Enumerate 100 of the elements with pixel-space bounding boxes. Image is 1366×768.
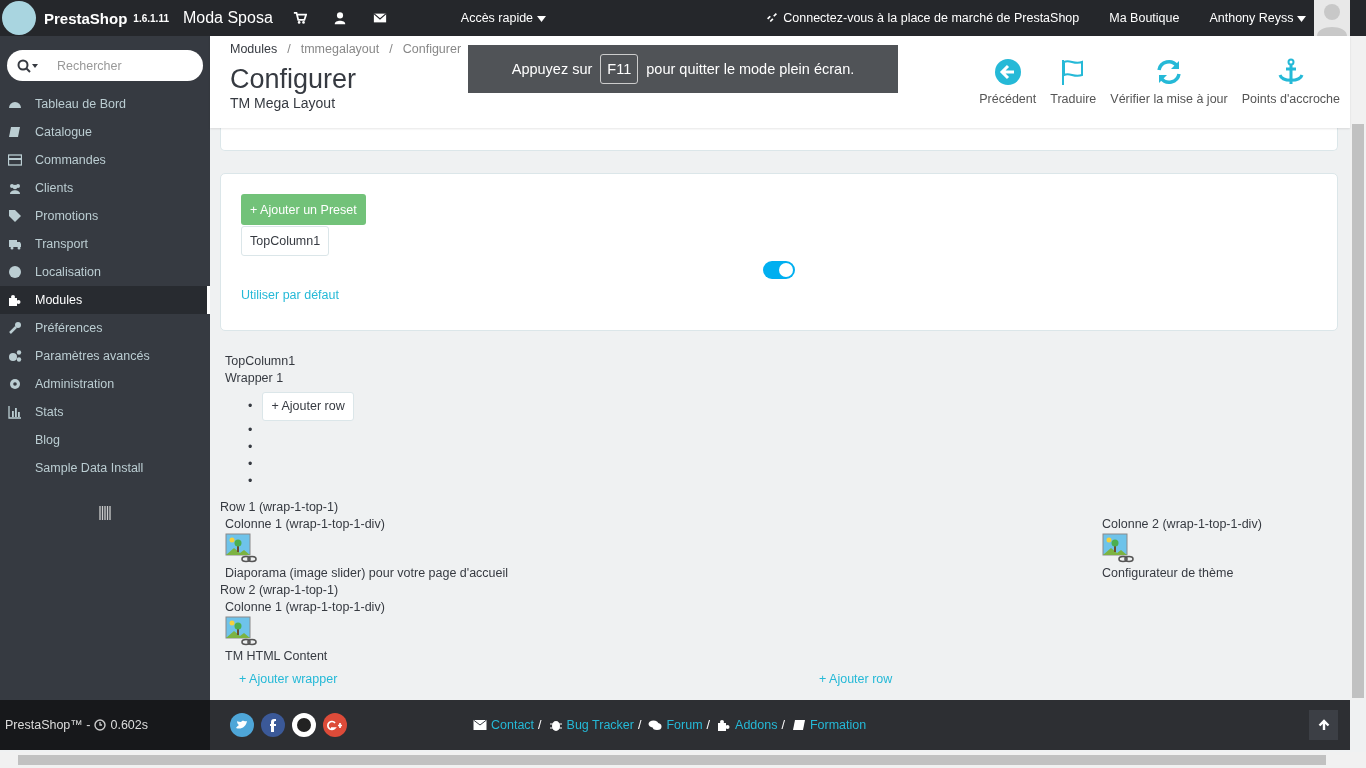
module-name: TM HTML Content — [225, 648, 328, 665]
envelope-icon[interactable] — [372, 11, 387, 25]
version-label: 1.6.1.11 — [133, 12, 169, 24]
sidebar-item[interactable]: Transport — [0, 230, 210, 258]
toolbar-button[interactable]: Traduire — [1050, 58, 1097, 106]
sidebar-item[interactable]: Promotions — [0, 202, 210, 230]
load-time: 0.602s — [110, 718, 148, 732]
envelope-icon — [473, 719, 487, 731]
toolbar-button[interactable]: Précédent — [979, 58, 1037, 106]
sidebar-item[interactable]: Catalogue — [0, 118, 210, 146]
page-subtitle: TM Mega Layout — [230, 95, 337, 111]
list-bullet: • — [248, 439, 253, 454]
quick-access-menu[interactable]: Accès rapide — [460, 11, 546, 25]
sidebar-item[interactable]: Clients — [0, 174, 210, 202]
wrapper-label: Wrapper 1 — [225, 370, 284, 387]
sidebar-item[interactable]: Paramètres avancés — [0, 342, 210, 370]
sidebar-item[interactable]: Stats — [0, 398, 210, 426]
notice-text: pour quitter le mode plein écran. — [646, 61, 855, 77]
search-icon[interactable] — [17, 59, 39, 73]
bird-icon[interactable] — [230, 713, 254, 737]
footer-link[interactable]: Contact — [491, 718, 535, 732]
list-bullet: • — [248, 399, 253, 413]
key-label: F11 — [600, 54, 639, 84]
clock-icon — [94, 719, 107, 731]
module-name: Configurateur de thème — [1102, 565, 1234, 582]
card-icon — [8, 153, 22, 167]
column-label: Colonne 2 (wrap-1-top-1-div) — [1102, 516, 1262, 533]
cart-icon[interactable] — [292, 11, 307, 25]
bug-icon — [548, 719, 563, 731]
module-image-icon[interactable] — [225, 616, 257, 646]
module-name: Diaporama (image slider) pour votre page d'accueil — [225, 565, 509, 582]
brand-name: PrestaShop — [44, 9, 128, 27]
globe-icon — [8, 265, 22, 279]
gear-icon — [8, 377, 22, 391]
toggle-switch[interactable] — [763, 261, 795, 279]
breadcrumb-separator: / — [287, 42, 291, 56]
position-label: TopColumn1 — [225, 353, 296, 370]
column-label: Colonne 1 (wrap-1-top-1-div) — [225, 599, 385, 616]
link-separator: / — [538, 718, 542, 732]
sidebar-item[interactable]: Commandes — [0, 146, 210, 174]
sidebar-item[interactable]: Sample Data Install — [0, 454, 210, 482]
truck-icon — [8, 237, 22, 251]
footer-link[interactable]: Forum — [666, 718, 703, 732]
f-letter-icon[interactable] — [261, 713, 285, 737]
puzzle-icon — [717, 719, 732, 731]
shop-link[interactable]: Ma Boutique — [1109, 11, 1180, 25]
refresh-icon — [1155, 58, 1183, 86]
wrench-icon — [8, 321, 22, 335]
sidebar-item[interactable]: Tableau de Bord — [0, 90, 210, 118]
shop-name[interactable]: Moda Sposa — [182, 9, 273, 27]
sidebar-item[interactable]: Préférences — [0, 314, 210, 342]
breadcrumb-link[interactable]: tmmegalayout — [300, 42, 380, 56]
sidebar-item[interactable]: Localisation — [0, 258, 210, 286]
caret-icon — [536, 16, 546, 22]
link-separator: / — [637, 718, 642, 732]
speech-bubbles-icon — [648, 719, 663, 731]
footer-link[interactable]: Formation — [809, 718, 867, 732]
marketplace-link[interactable]: Connectez-vous à la place de marché de PrestaShop — [783, 11, 1080, 25]
page-title: Configurer — [230, 64, 358, 95]
chart-icon — [8, 405, 22, 419]
book-icon — [791, 719, 806, 731]
scroll-top-button[interactable] — [1309, 710, 1338, 740]
user-icon[interactable] — [332, 11, 347, 25]
link-separator: / — [781, 718, 785, 732]
up-arrow-icon — [1317, 719, 1330, 731]
list-bullet: • — [248, 473, 253, 488]
tag-icon — [8, 209, 22, 223]
g-plus-icon[interactable] — [323, 713, 347, 737]
breadcrumb-separator: / — [389, 42, 393, 56]
footer-link[interactable]: Addons — [735, 718, 778, 732]
list-bullet: • — [248, 422, 253, 437]
puzzle-icon — [8, 293, 22, 307]
users-icon — [8, 181, 22, 195]
column-label: Colonne 1 (wrap-1-top-1-div) — [225, 516, 385, 533]
toolbar-button[interactable]: Points d'accroche — [1241, 58, 1340, 106]
breadcrumb-link[interactable]: Configurer — [402, 42, 462, 56]
preset-tab[interactable]: TopColumn1 — [241, 226, 330, 256]
module-image-icon[interactable] — [225, 533, 257, 563]
anchor-icon — [1276, 58, 1305, 86]
notice-text: Appuyez sur — [511, 61, 593, 77]
book-icon — [8, 125, 22, 139]
row-label: Row 1 (wrap-1-top-1) — [220, 499, 339, 516]
breadcrumb-link[interactable]: Modules — [230, 42, 278, 56]
brand-label: PrestaShop™ - — [5, 718, 91, 732]
logo-icon — [2, 1, 36, 35]
search-field[interactable]: Rechercher — [7, 50, 203, 81]
sidebar-item[interactable]: Administration — [0, 370, 210, 398]
link-separator: / — [706, 718, 711, 732]
add-row-button[interactable]: + Ajouter row — [262, 391, 354, 421]
footer-link[interactable]: Bug Tracker — [566, 718, 634, 732]
caret-icon — [1297, 16, 1306, 22]
sidebar-item[interactable]: Blog — [0, 426, 210, 454]
sidebar-item[interactable]: Modules — [0, 286, 210, 314]
toolbar-button[interactable]: Vérifier la mise à jour — [1110, 58, 1228, 106]
list-bullet: • — [248, 456, 253, 471]
link-icon — [765, 11, 780, 25]
module-image-icon[interactable] — [1102, 533, 1134, 563]
user-menu[interactable]: Anthony Reyss — [1209, 11, 1306, 25]
collapse-icon[interactable] — [99, 506, 111, 520]
row-label: Row 2 (wrap-1-top-1) — [220, 582, 339, 599]
